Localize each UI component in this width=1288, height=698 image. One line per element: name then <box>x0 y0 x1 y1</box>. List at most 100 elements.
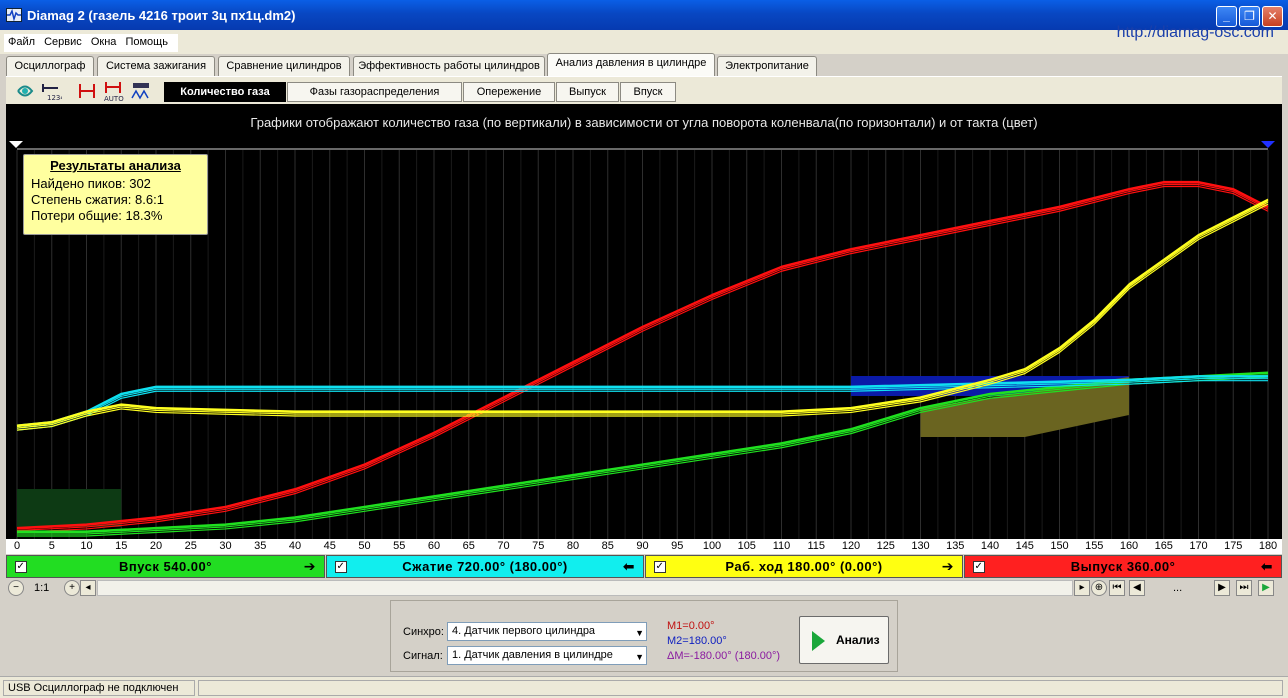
x-tick-label: 145 <box>1015 540 1034 552</box>
arrow-right-icon[interactable]: ➔ <box>304 556 316 577</box>
phase-power-label: Раб. ход 180.00° (0.00°) <box>725 559 883 574</box>
results-peaks: Найдено пиков: 302 <box>31 176 151 191</box>
phase-compression-label: Сжатие 720.00° (180.00°) <box>402 559 568 574</box>
phase-bar: ✓ Впуск 540.00° ➔ ✓ Сжатие 720.00° (180.… <box>6 555 1282 578</box>
phase-exhaust-label: Выпуск 360.00° <box>1070 559 1176 574</box>
nav-ellipsis: ... <box>1173 582 1183 594</box>
tab-cylinder-compare[interactable]: Сравнение цилиндров <box>218 56 350 76</box>
analyze-label: Анализ <box>836 633 880 647</box>
signal-label: Сигнал: <box>403 650 443 662</box>
tab-cylinder-efficiency[interactable]: Эффективность работы цилиндров <box>353 56 545 76</box>
sync-value: 4. Датчик первого цилиндра <box>452 625 596 637</box>
svg-text:AUTO: AUTO <box>104 95 124 102</box>
waveform-icon[interactable] <box>130 80 152 102</box>
last-icon[interactable]: ⏭ <box>1236 580 1252 596</box>
x-tick-label: 25 <box>184 540 197 552</box>
tab-power-supply[interactable]: Электропитание <box>717 56 817 76</box>
horizontal-scrollbar[interactable] <box>97 580 1073 596</box>
results-losses: Потери общие: 18.3% <box>31 208 163 223</box>
zoom-fit-icon[interactable]: ⊕ <box>1091 580 1107 596</box>
website-link[interactable]: http://diamag-osc.com <box>1117 24 1274 42</box>
x-tick-label: 120 <box>841 540 861 552</box>
subtab-valve-timing[interactable]: Фазы газораспределения <box>287 82 462 102</box>
x-tick-label: 50 <box>358 540 371 552</box>
phase-power[interactable]: ✓ Раб. ход 180.00° (0.00°) ➔ <box>645 555 963 578</box>
x-tick-label: 105 <box>737 540 756 552</box>
x-tick-label: 100 <box>702 540 722 552</box>
menu-windows[interactable]: Окна <box>91 36 117 48</box>
x-tick-label: 135 <box>946 540 965 552</box>
analyze-button[interactable]: Анализ <box>799 616 889 664</box>
analysis-panel: Синхро: 4. Датчик первого цилиндра ▼ Сиг… <box>390 600 898 672</box>
menu-bar: Файл Сервис Окна Помощь <box>0 30 1288 54</box>
subtab-exhaust[interactable]: Выпуск <box>556 82 619 102</box>
x-tick-label: 5 <box>48 540 55 552</box>
x-tick-label: 180 <box>1258 540 1278 552</box>
phase-exhaust-checkbox[interactable]: ✓ <box>973 561 985 573</box>
prev-icon[interactable]: ◀ <box>1129 580 1145 596</box>
subtab-gas-amount[interactable]: Количество газа <box>164 82 286 102</box>
x-tick-label: 150 <box>1050 540 1069 552</box>
scroll-right-icon[interactable]: ▸ <box>1074 580 1090 596</box>
sync-select[interactable]: 4. Датчик первого цилиндра ▼ <box>447 622 647 641</box>
x-tick-label: 165 <box>1154 540 1173 552</box>
x-tick-label: 110 <box>772 540 791 552</box>
results-compression: Степень сжатия: 8.6:1 <box>31 192 164 207</box>
scroll-row: − 1:1 + ◂ ▸ ⊕ ⏮ ◀ ... ▶ ⏭ ▶ <box>6 579 1282 597</box>
tab-ignition[interactable]: Система зажигания <box>97 56 215 76</box>
x-tick-label: 140 <box>980 540 1000 552</box>
first-icon[interactable]: ⏮ <box>1109 580 1125 596</box>
gas-amount-chart: Графики отображают количество газа (по в… <box>6 104 1282 552</box>
x-tick-label: 130 <box>911 540 930 552</box>
sync-icon[interactable] <box>14 80 36 102</box>
window-title: Diamag 2 (газель 4216 троит 3ц пх1ц.dm2) <box>27 8 296 23</box>
markers-icon[interactable] <box>76 80 98 102</box>
sync-label: Синхро: <box>403 626 444 638</box>
results-title: Результаты анализа <box>50 158 181 173</box>
subtab-intake[interactable]: Впуск <box>620 82 676 102</box>
x-tick-label: 170 <box>1189 540 1208 552</box>
phase-intake-label: Впуск 540.00° <box>119 559 212 574</box>
app-icon <box>6 8 22 22</box>
marker-delta: ΔM=-180.00° (180.00°) <box>667 650 781 662</box>
x-tick-label: 160 <box>1119 540 1139 552</box>
next-icon[interactable]: ▶ <box>1214 580 1230 596</box>
zoom-level: 1:1 <box>34 582 50 594</box>
phase-compression-checkbox[interactable]: ✓ <box>335 561 347 573</box>
arrow-left-icon[interactable]: ⬅ <box>623 556 635 577</box>
scroll-left-icon[interactable]: ◂ <box>80 580 96 596</box>
play-icon[interactable]: ▶ <box>1258 580 1274 596</box>
zoom-in-icon[interactable]: + <box>64 580 80 596</box>
svg-text:1234: 1234 <box>47 94 62 102</box>
x-axis: 0 5 10 15 20 25 30 35 40 45 50 55 60 65 70 75 80 85 90 95 10… <box>6 539 1282 554</box>
numbers-icon[interactable]: 1234 <box>40 80 65 102</box>
tab-pressure-analysis[interactable]: Анализ давления в цилиндре <box>547 53 715 76</box>
status-bar: USB Осциллограф не подключен <box>0 676 1288 698</box>
auto-markers-icon[interactable]: AUTO <box>102 80 124 103</box>
phase-exhaust[interactable]: ✓ Выпуск 360.00° ⬅ <box>964 555 1282 578</box>
menu-file[interactable]: Файл <box>8 36 35 48</box>
x-tick-label: 55 <box>393 540 406 552</box>
tab-oscilloscope[interactable]: Осциллограф <box>6 56 94 76</box>
marker-m1-icon <box>9 141 23 148</box>
chevron-down-icon[interactable]: ▼ <box>635 625 644 642</box>
chevron-down-icon[interactable]: ▼ <box>635 649 644 666</box>
menu-help[interactable]: Помощь <box>125 36 168 48</box>
subtab-advance[interactable]: Опережение <box>463 82 555 102</box>
phase-intake[interactable]: ✓ Впуск 540.00° ➔ <box>6 555 325 578</box>
intake-region <box>17 489 122 527</box>
signal-select[interactable]: 1. Датчик давления в цилиндре ▼ <box>447 646 647 665</box>
x-tick-label: 15 <box>115 540 128 552</box>
x-tick-label: 20 <box>149 540 163 552</box>
arrow-left-icon[interactable]: ⬅ <box>1261 556 1273 577</box>
menu-service[interactable]: Сервис <box>44 36 82 48</box>
phase-compression[interactable]: ✓ Сжатие 720.00° (180.00°) ⬅ <box>326 555 644 578</box>
phase-power-checkbox[interactable]: ✓ <box>654 561 666 573</box>
x-tick-label: 75 <box>532 540 545 552</box>
x-tick-label: 70 <box>497 540 510 552</box>
phase-intake-checkbox[interactable]: ✓ <box>15 561 27 573</box>
x-tick-label: 90 <box>636 540 649 552</box>
play-icon <box>812 631 825 651</box>
zoom-out-icon[interactable]: − <box>8 580 24 596</box>
arrow-right-icon[interactable]: ➔ <box>942 556 954 577</box>
